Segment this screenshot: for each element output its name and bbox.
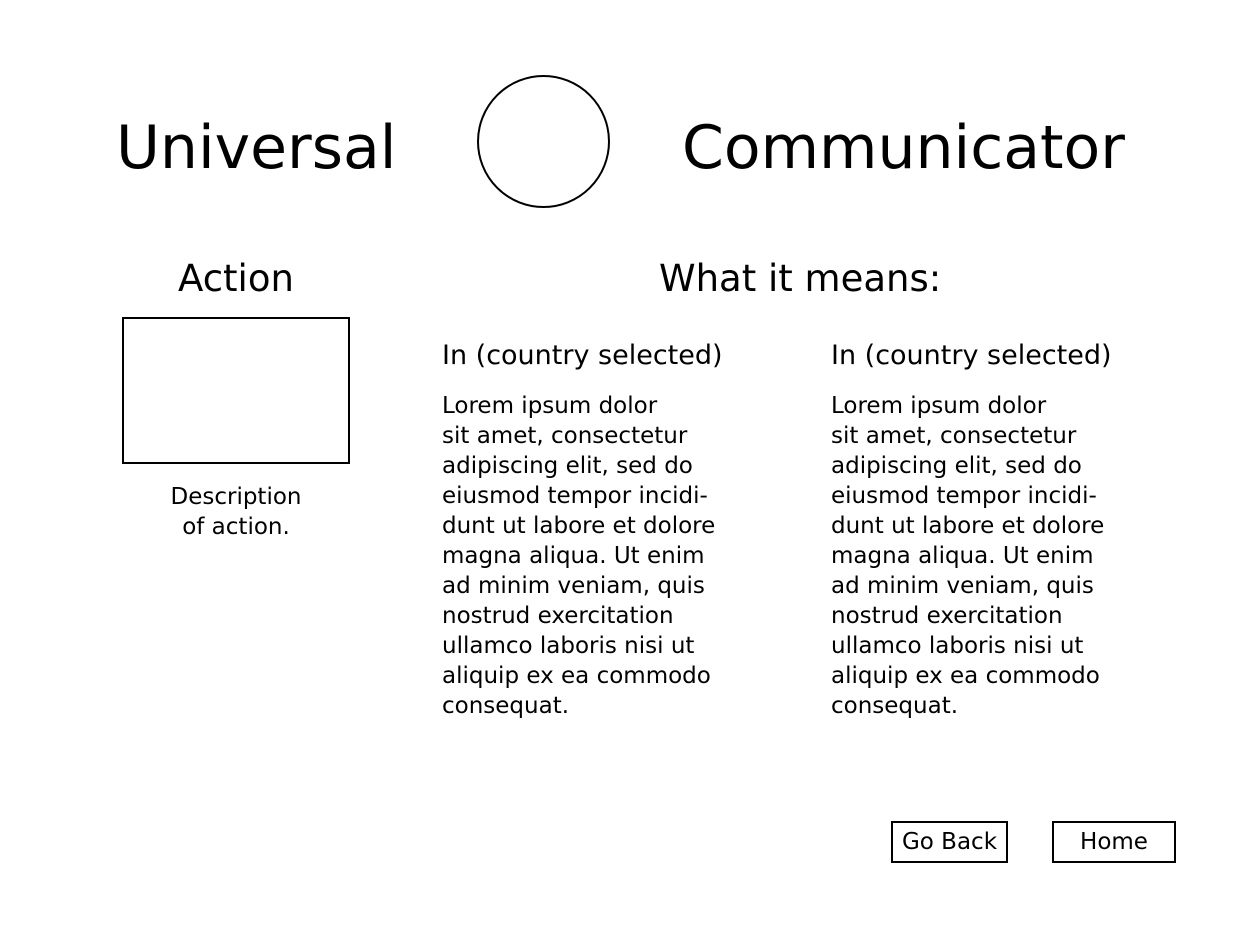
action-heading: Action [178,257,294,300]
country-column-text-1: Lorem ipsum dolor sit amet, consectetur … [442,393,716,719]
country-column-heading-2: In (country selected) [831,340,1112,371]
meaning-heading: What it means: [659,257,942,300]
action-description: Description of action. [170,484,302,540]
title-universal: Universal [116,113,397,183]
circle-logo-icon [477,75,610,208]
go-back-button[interactable]: Go Back [891,821,1008,863]
country-column-text-2: Lorem ipsum dolor sit amet, consectetur … [831,393,1105,719]
title-communicator: Communicator [682,113,1125,183]
action-image-placeholder [122,317,350,464]
country-column-heading-1: In (country selected) [442,340,723,371]
home-button[interactable]: Home [1052,821,1176,863]
